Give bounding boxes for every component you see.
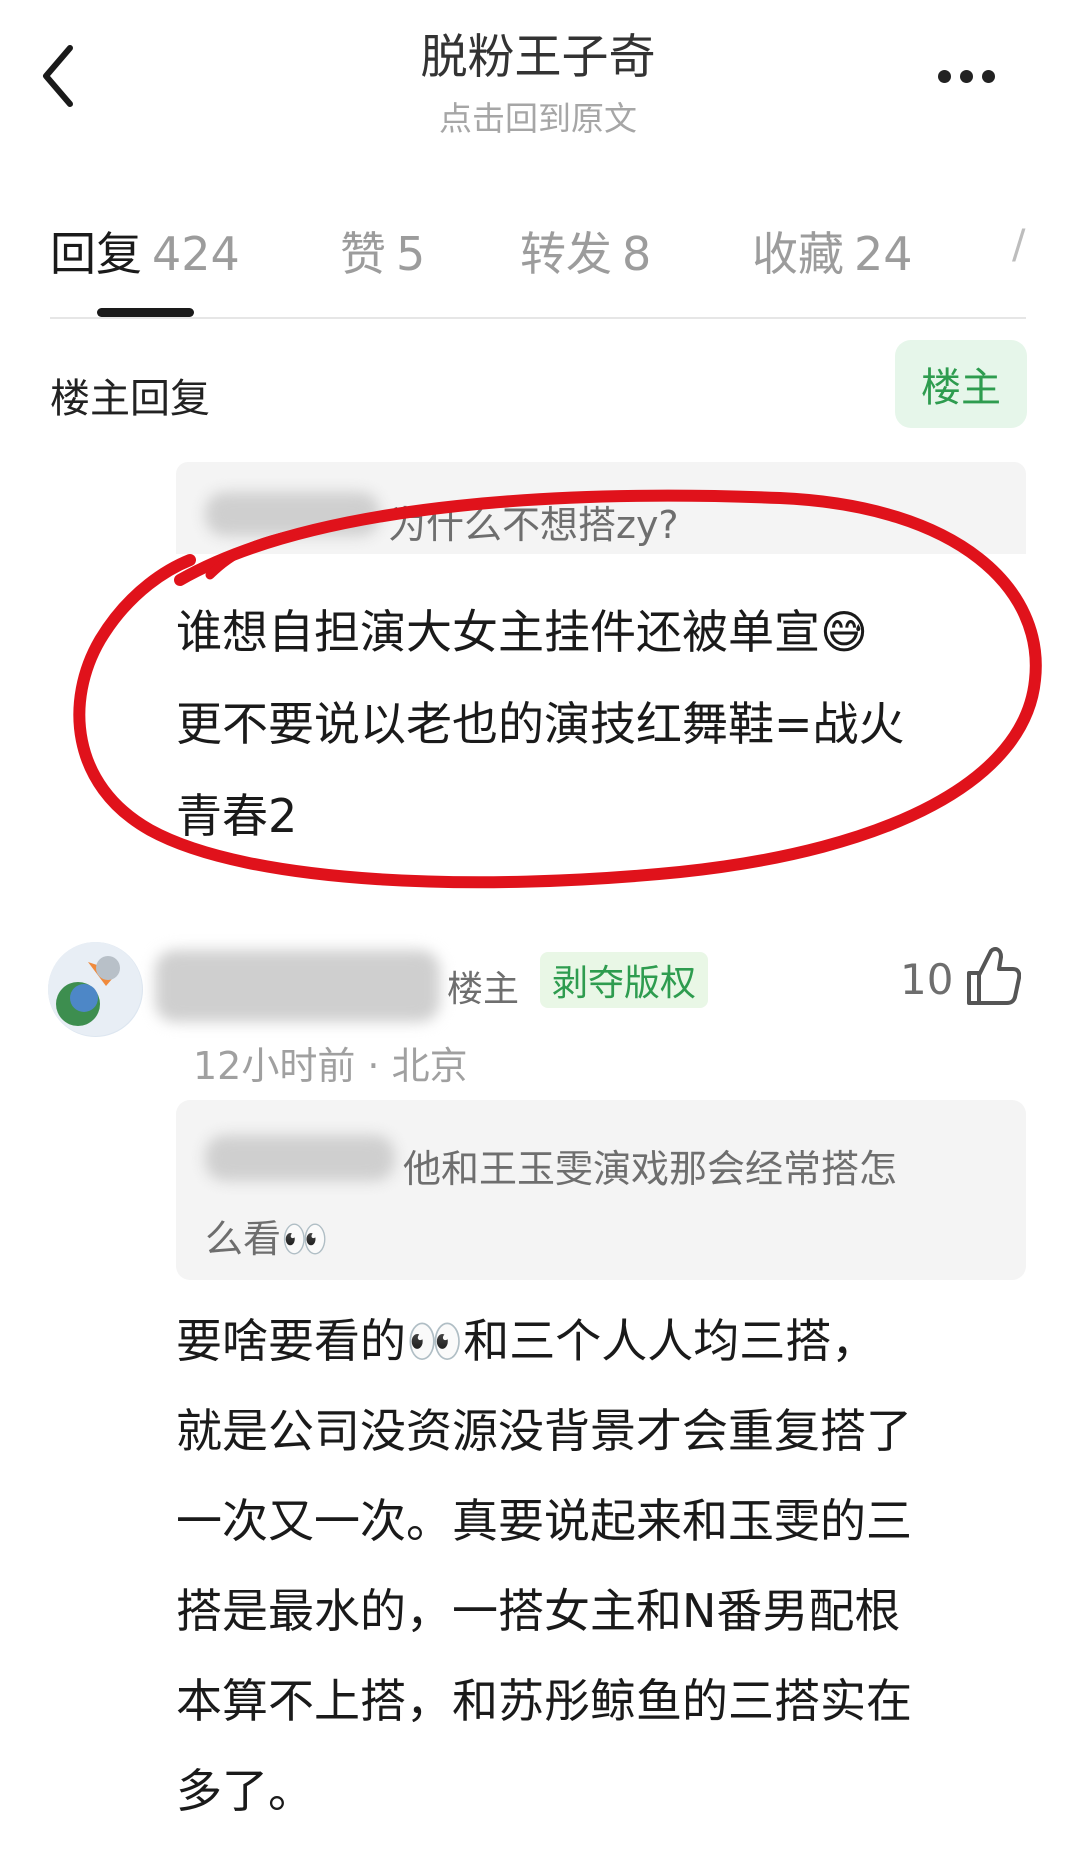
page-title: 脱粉王子奇 [420, 30, 656, 85]
comment-text-line: 本算不上搭，和苏彤鲸鱼的三搭实在 [176, 1674, 912, 1728]
tabs-divider [50, 317, 1026, 319]
tab-label: 收藏 [752, 227, 844, 281]
op-tag: 楼主 [447, 969, 520, 1010]
comment-meta: 12小时前 · 北京 [193, 1044, 468, 1088]
back-to-original-link[interactable]: 点击回到原文 [0, 92, 1076, 140]
more-button[interactable] [920, 50, 1010, 100]
post-text-line: 更不要说以老也的演技红舞鞋=战火 [176, 697, 905, 751]
op-filter-badge[interactable]: 楼主 [895, 340, 1027, 428]
comment-text-line: 要啥要看的👀和三个人人均三搭， [176, 1314, 878, 1368]
quoted-text: 他和王玉雯演戏那会经常搭怎 [403, 1147, 898, 1191]
tab-likes[interactable]: 赞5 [340, 218, 425, 284]
section-title: 楼主回复 [50, 376, 210, 422]
user-title-badge: 剥夺版权 [540, 952, 709, 1008]
comment-text-line: 一次又一次。真要说起来和玉雯的三 [176, 1494, 912, 1548]
tab-count: 24 [854, 227, 913, 281]
tab-count: 8 [622, 227, 652, 281]
tab-replies[interactable]: 回复 424 [50, 218, 240, 284]
comment-text-line: 搭是最水的，一搭女主和N番男配根 [176, 1584, 901, 1638]
comment-text-line: 多了。 [176, 1764, 314, 1818]
tab-count: 5 [396, 227, 426, 281]
comment-text-line: 就是公司没资源没背景才会重复搭了 [176, 1404, 912, 1458]
post-text-line: 青春2 [176, 789, 298, 843]
tab-count: 424 [152, 227, 240, 281]
thumbs-up-icon [967, 947, 1022, 1005]
blurred-username [205, 492, 380, 536]
tab-reposts[interactable]: 转发 8 [520, 218, 651, 284]
post-text-line: 谁想自担演大女主挂件还被单宣😅 [176, 605, 868, 659]
quoted-text: 么看👀 [205, 1217, 329, 1261]
tab-label: 转发 [520, 227, 612, 281]
active-tab-indicator [97, 308, 194, 317]
quoted-text: 为什么不想搭zy? [388, 503, 679, 547]
blurred-username [155, 950, 440, 1022]
like-button[interactable] [965, 945, 1022, 1007]
tab-label: 回复 [50, 227, 142, 281]
like-count: 10 [900, 955, 954, 1004]
avatar[interactable] [48, 942, 143, 1037]
tab-favorites[interactable]: 收藏 24 [752, 218, 913, 284]
tab-overflow-indicator: / [1012, 222, 1026, 262]
tab-label: 赞 [340, 227, 386, 281]
blurred-username [205, 1135, 395, 1181]
